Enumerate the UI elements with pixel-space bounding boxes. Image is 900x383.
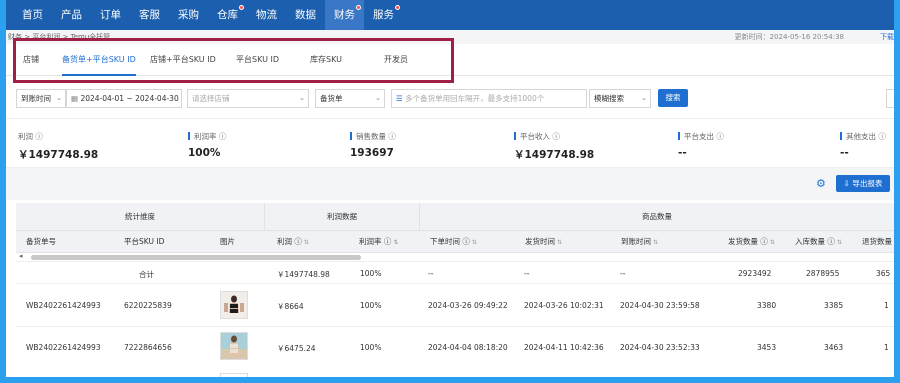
shop-select[interactable]: 请选择店铺 ⌄ <box>187 89 309 108</box>
product-image[interactable] <box>220 332 248 360</box>
col-profit-rate[interactable]: 利润率 ⓘ ⇅ <box>359 231 399 253</box>
nav-service[interactable]: 客服 <box>130 0 169 30</box>
product-image[interactable] <box>220 373 248 377</box>
help-icon: ⓘ <box>383 237 392 246</box>
help-icon[interactable]: ⓘ <box>219 132 227 141</box>
col-ship-qty[interactable]: 发货数量 ⓘ ⇅ <box>728 231 775 253</box>
scrollbar-thumb[interactable] <box>31 255 361 260</box>
highlight-box <box>13 38 454 83</box>
col-order-no: 备货单号 <box>26 231 56 253</box>
horizontal-scrollbar[interactable]: ◂ <box>16 252 894 262</box>
help-icon[interactable]: ⓘ <box>878 132 886 141</box>
calendar-icon: ▦ <box>71 94 79 103</box>
group-header-profit: 利润数据 <box>265 203 420 231</box>
nav-purchase[interactable]: 采购 <box>169 0 208 30</box>
help-icon: ⓘ <box>294 237 302 246</box>
sort-icon[interactable]: ⇅ <box>770 239 775 246</box>
sort-icon[interactable]: ⇅ <box>837 239 842 246</box>
chevron-left-icon[interactable]: ◂ <box>19 252 23 260</box>
help-icon[interactable]: ⓘ <box>716 132 724 141</box>
nav-services[interactable]: 服务 <box>364 0 403 30</box>
nav-data[interactable]: 数据 <box>286 0 325 30</box>
chevron-down-icon: ⌄ <box>299 94 305 102</box>
stat-other-expense: 其他支出 ⓘ -- <box>840 132 886 159</box>
list-icon: ☰ <box>396 94 403 103</box>
stat-profit: 利润 ⓘ ￥1497748.98 <box>18 132 99 161</box>
col-order-time[interactable]: 下单时间 ⓘ ⇅ <box>430 231 477 253</box>
help-icon: ⓘ <box>462 237 470 246</box>
product-image[interactable] <box>220 291 248 319</box>
date-type-select[interactable]: 到账时间 ⌄ <box>16 89 66 108</box>
search-button[interactable]: 搜索 <box>658 89 688 107</box>
app-window: 首页 产品 订单 客服 采购 仓库 物流 数据 财务 服务 财务 > 平台利润 … <box>6 0 894 377</box>
row-divider <box>16 283 894 284</box>
help-icon[interactable]: ⓘ <box>552 132 560 141</box>
sort-icon[interactable]: ⇅ <box>653 239 658 246</box>
download-icon: ⇩ <box>843 179 850 188</box>
notification-dot <box>239 5 244 10</box>
top-nav: 首页 产品 订单 客服 采购 仓库 物流 数据 财务 服务 <box>6 0 894 30</box>
col-ship-time[interactable]: 发货时间 ⇅ <box>525 231 563 253</box>
sort-icon[interactable]: ⇅ <box>557 239 562 246</box>
nav-warehouse[interactable]: 仓库 <box>208 0 247 30</box>
nav-finance[interactable]: 财务 <box>325 0 364 30</box>
col-image: 图片 <box>220 231 235 253</box>
chevron-down-icon: ⌄ <box>56 94 62 102</box>
chevron-down-icon: ⌄ <box>641 94 647 102</box>
search-input[interactable]: ☰ 多个备货单用回车隔开，最多支持1000个 <box>391 89 587 108</box>
match-mode-select[interactable]: 模糊搜索 ⌄ <box>589 89 651 108</box>
export-button[interactable]: ⇩ 导出报表 <box>836 175 890 192</box>
sort-icon[interactable]: ⇅ <box>472 239 477 246</box>
sort-icon[interactable]: ⇅ <box>304 239 309 246</box>
notification-dot <box>395 5 400 10</box>
date-range-picker[interactable]: ▦ 2024-04-01 ~ 2024-04-30 <box>66 89 182 108</box>
extra-select[interactable] <box>886 89 894 108</box>
nav-products[interactable]: 产品 <box>52 0 91 30</box>
order-type-select[interactable]: 备货单 ⌄ <box>315 89 385 108</box>
nav-logistics[interactable]: 物流 <box>247 0 286 30</box>
stat-profit-rate: 利润率 ⓘ 100% <box>188 132 227 159</box>
stats-panel: 利润 ⓘ ￥1497748.98 利润率 ⓘ 100% 销售数量 ⓘ 19369… <box>6 118 894 168</box>
help-icon[interactable]: ⓘ <box>35 132 43 141</box>
chevron-down-icon: ⌄ <box>375 94 381 102</box>
nav-home[interactable]: 首页 <box>6 0 52 30</box>
group-header-quantity: 商品数量 <box>420 203 894 231</box>
help-icon: ⓘ <box>827 237 835 246</box>
col-arrive-time[interactable]: 到账时间 ⇅ <box>621 231 659 253</box>
col-profit[interactable]: 利润 ⓘ ⇅ <box>277 231 309 253</box>
swimsuit-photo <box>221 292 247 318</box>
notification-dot <box>356 5 361 10</box>
help-icon[interactable]: ⓘ <box>388 132 396 141</box>
col-in-qty[interactable]: 入库数量 ⓘ ⇅ <box>795 231 842 253</box>
profit-table: 统计维度 利润数据 商品数量 备货单号 平台SKU ID 图片 利润 ⓘ ⇅ 利润… <box>16 203 894 377</box>
update-time: 更新时间：2024-05-16 20:54:38 <box>734 33 844 41</box>
toolbar-band <box>6 168 894 200</box>
stat-platform-expense: 平台支出 ⓘ -- <box>678 132 724 159</box>
group-header-dimension: 统计维度 <box>16 203 265 231</box>
help-icon: ⓘ <box>760 237 768 246</box>
col-return-qty[interactable]: 退货数量 ⓘ <box>862 231 894 253</box>
col-sku-id: 平台SKU ID <box>124 231 165 253</box>
stat-platform-income: 平台收入 ⓘ ￥1497748.98 <box>514 132 595 161</box>
nav-orders[interactable]: 订单 <box>91 0 130 30</box>
gear-icon[interactable]: ⚙ <box>816 177 826 190</box>
sort-icon[interactable]: ⇅ <box>393 239 398 246</box>
swimsuit-photo <box>221 333 247 359</box>
download-link[interactable]: 下载 <box>880 32 894 42</box>
stat-sales-qty: 销售数量 ⓘ 193697 <box>350 132 396 159</box>
row-divider <box>16 326 894 327</box>
